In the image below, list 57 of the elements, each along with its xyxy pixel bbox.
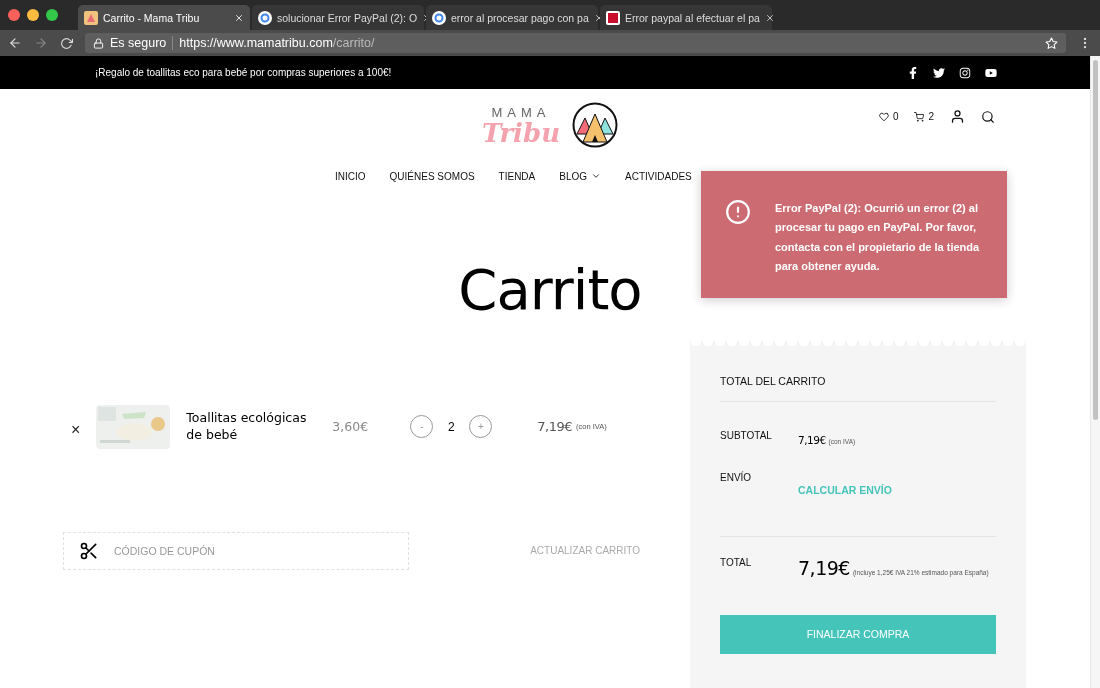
caret-icon <box>591 171 602 181</box>
totals-title: TOTAL DEL CARRITO <box>720 374 826 387</box>
search-icon[interactable] <box>981 109 995 124</box>
lock-icon <box>93 37 104 49</box>
browser-tab[interactable]: error al procesar pago con pa <box>426 5 598 30</box>
bookmark-star-icon[interactable] <box>1045 36 1058 50</box>
nav-link[interactable]: BLOG <box>559 170 602 182</box>
teepee-logo-icon <box>572 102 619 148</box>
nav-link[interactable]: QUIÉNES SOMOS <box>389 170 475 182</box>
close-icon[interactable] <box>764 12 775 23</box>
brand-icon <box>606 10 620 25</box>
google-icon <box>258 10 272 25</box>
back-icon[interactable] <box>8 36 22 50</box>
close-icon[interactable] <box>234 12 244 23</box>
nav-link[interactable]: TIENDA <box>498 170 536 182</box>
promo-text: ¡Regalo de toallitas eco para bebé por compras superiores a 100€! <box>95 67 392 78</box>
shipping-label: ENVÍO <box>720 471 753 483</box>
product-name[interactable]: Toallitas ecológicas de bebé <box>186 410 317 443</box>
window-close-button[interactable] <box>8 9 20 21</box>
browser-tab[interactable]: solucionar Error PayPal (2): O <box>252 5 424 30</box>
coupon-field[interactable]: CÓDIGO DE CUPÓN <box>63 531 409 570</box>
youtube-icon[interactable] <box>985 66 997 79</box>
browser-tab[interactable]: Error paypal al efectuar el pa <box>600 5 772 30</box>
reload-icon[interactable] <box>60 36 73 50</box>
url-text: https://www.mamatribu.com/carrito/ <box>179 36 375 50</box>
address-field[interactable]: Es seguro https://www.mamatribu.com/carrito/ <box>85 33 1066 53</box>
scissors-icon <box>79 540 99 561</box>
google-icon <box>432 10 446 25</box>
alert-icon <box>725 199 751 225</box>
total-value: 7,19€ <box>798 556 850 579</box>
quantity-value[interactable]: 2 <box>433 419 470 434</box>
nav-link[interactable]: INICIO <box>335 170 366 182</box>
page-title: Carrito <box>458 259 642 321</box>
facebook-icon[interactable] <box>907 66 919 79</box>
total-label: TOTAL <box>720 556 753 568</box>
subtotal-value: 7,19€ <box>798 433 826 446</box>
twitter-icon[interactable] <box>933 66 945 79</box>
tent-icon <box>84 10 98 25</box>
cart-count: 2 <box>928 111 934 122</box>
instagram-icon[interactable] <box>959 66 971 79</box>
wishlist-count: 0 <box>892 111 899 122</box>
subtotal-label: SUBTOTAL <box>720 429 773 441</box>
secure-label: Es seguro <box>110 36 167 50</box>
nav-link[interactable]: ACTIVIDADES <box>625 170 692 182</box>
heart-icon[interactable] <box>878 111 889 122</box>
unit-price: 3,60€ <box>332 419 370 435</box>
account-icon[interactable] <box>950 109 965 124</box>
logo-script-text: Tribu <box>481 119 561 146</box>
browser-tab[interactable]: Carrito - Mama Tribu <box>78 5 250 30</box>
cart-icon[interactable] <box>914 111 925 122</box>
line-subtotal: 7,19€ <box>537 419 573 435</box>
window-minimize-button[interactable] <box>27 9 39 21</box>
remove-button[interactable]: × <box>63 420 89 439</box>
window-zoom-button[interactable] <box>46 9 58 21</box>
error-message: Error PayPal (2): Ocurrió un error (2) al procesar tu pago en PayPal. Por favor, contacta con el propietario de la tienda para obtener ayuda. <box>775 201 981 274</box>
scroll-bar[interactable] <box>1090 56 1100 688</box>
logo-text: MAMA <box>491 104 551 120</box>
